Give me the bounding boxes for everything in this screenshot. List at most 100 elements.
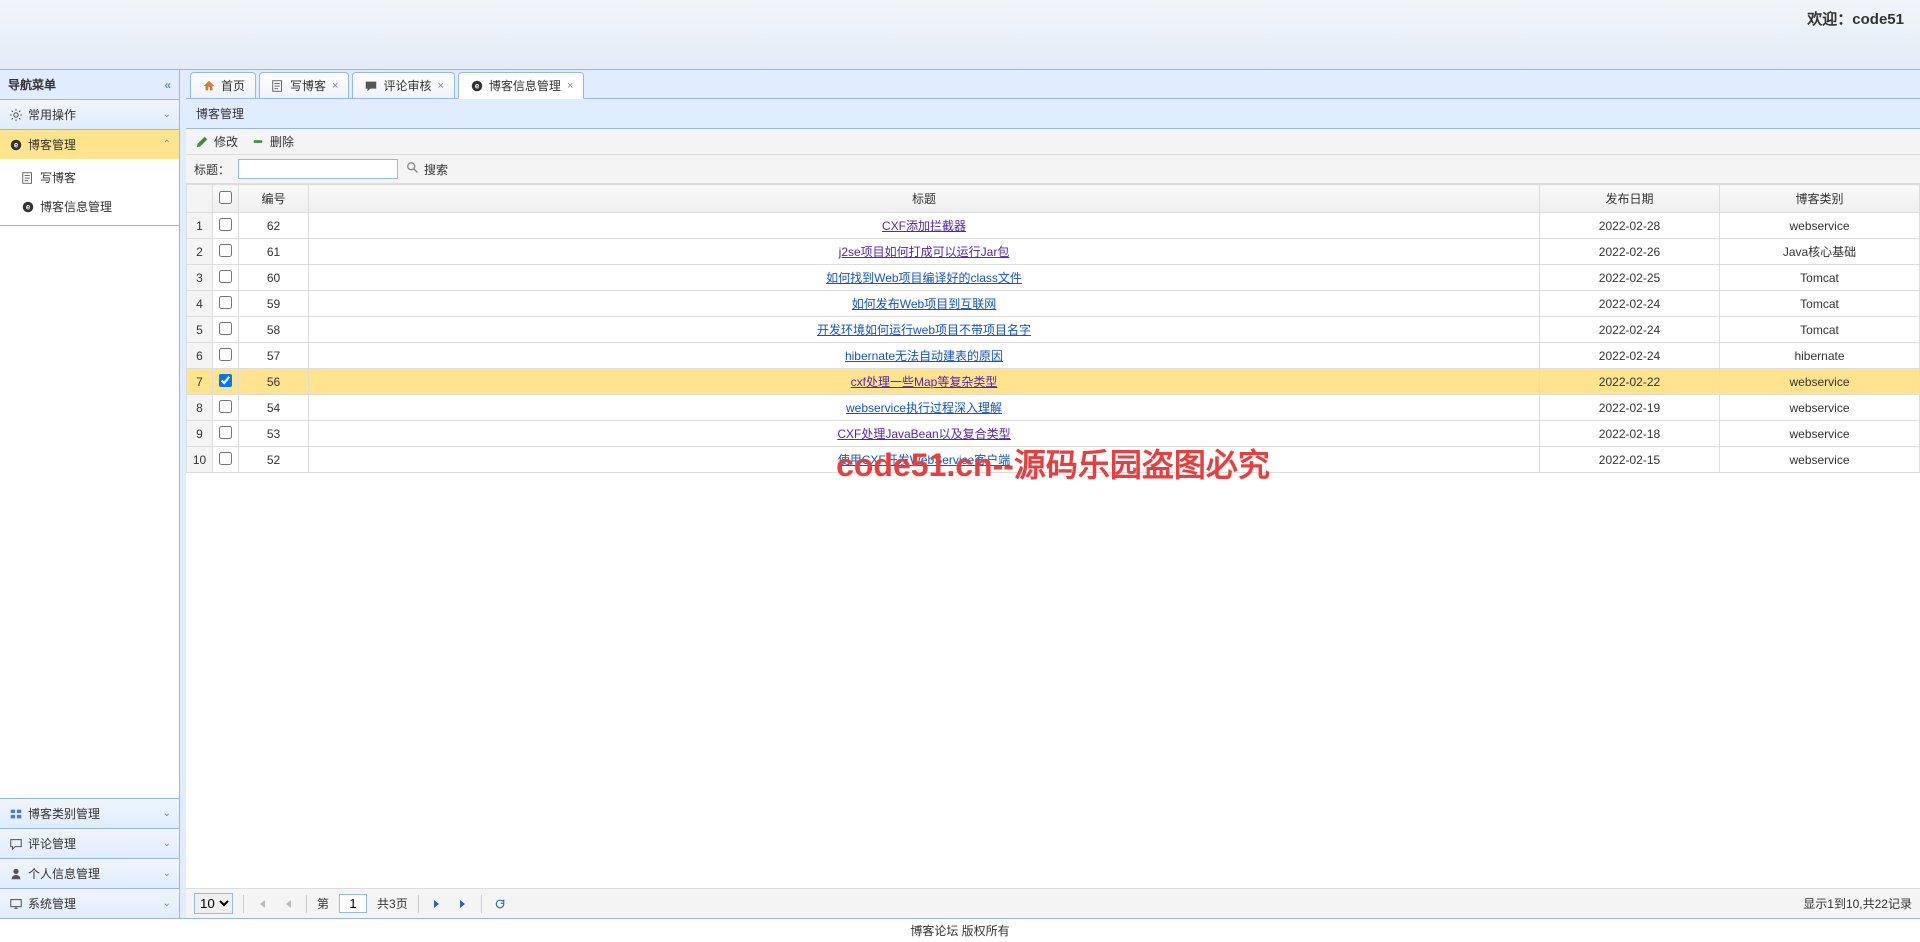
prev-page-button[interactable] <box>280 896 296 912</box>
sidebar-panel-category[interactable]: 博客类别管理 ⌄ <box>0 798 179 828</box>
title-link[interactable]: webservice执行过程深入理解 <box>846 401 1002 415</box>
close-icon[interactable]: × <box>567 80 573 92</box>
date-header[interactable]: 发布日期 <box>1540 185 1720 213</box>
title-link[interactable]: hibernate无法自动建表的原因 <box>845 349 1003 363</box>
first-page-button[interactable] <box>254 896 270 912</box>
row-checkbox[interactable] <box>219 348 232 361</box>
title-cell: j2se项目如何打成可以运行Jar包 <box>309 239 1540 265</box>
close-icon[interactable]: × <box>332 80 338 92</box>
check-all-header <box>213 185 239 213</box>
next-page-button[interactable] <box>429 896 445 912</box>
row-number: 10 <box>187 447 213 473</box>
table-row[interactable]: 459如何发布Web项目到互联网2022-02-24Tomcat <box>187 291 1920 317</box>
title-link[interactable]: 如何发布Web项目到互联网 <box>852 297 996 311</box>
refresh-button[interactable] <box>492 896 508 912</box>
delete-button[interactable]: 删除 <box>250 133 294 150</box>
table-row[interactable]: 360如何找到Web项目编译好的class文件2022-02-25Tomcat <box>187 265 1920 291</box>
sidebar-panel-system[interactable]: 系统管理 ⌄ <box>0 888 179 918</box>
toolbar: 修改 删除 <box>186 129 1920 155</box>
id-cell: 58 <box>239 317 309 343</box>
row-number: 1 <box>187 213 213 239</box>
title-cell: 如何找到Web项目编译好的class文件 <box>309 265 1540 291</box>
home-icon <box>201 78 217 94</box>
row-checkbox[interactable] <box>219 400 232 413</box>
date-cell: 2022-02-18 <box>1540 421 1720 447</box>
check-all[interactable] <box>219 191 232 204</box>
collapse-left-icon[interactable]: « <box>164 78 171 92</box>
data-grid: 编号 标题 发布日期 博客类别 162CXF添加拦截器2022-02-28web… <box>186 184 1920 888</box>
table-row[interactable]: 953CXF处理JavaBean以及复合类型2022-02-18webservi… <box>187 421 1920 447</box>
title-link[interactable]: 使用CXF开发WebService客户端 <box>838 453 1010 467</box>
page-size-select[interactable]: 10 <box>194 893 233 914</box>
sidebar-panel-label: 评论管理 <box>28 835 76 852</box>
title-cell: 开发环境如何运行web项目不带项目名字 <box>309 317 1540 343</box>
tab-review[interactable]: 评论审核 × <box>352 72 454 98</box>
sidebar-panel-label: 系统管理 <box>28 895 76 912</box>
table-row[interactable]: 756cxf处理一些Map等复杂类型2022-02-22webservice <box>187 369 1920 395</box>
search-bar: 标题： 搜索 <box>186 155 1920 184</box>
table-row[interactable]: 854webservice执行过程深入理解2022-02-19webservic… <box>187 395 1920 421</box>
date-cell: 2022-02-25 <box>1540 265 1720 291</box>
sidebar-panel-profile[interactable]: 个人信息管理 ⌄ <box>0 858 179 888</box>
welcome-text: 欢迎：code51 <box>1807 8 1904 29</box>
sidebar-item-write-blog[interactable]: 写博客 <box>0 163 179 192</box>
title-cell: 使用CXF开发WebService客户端 <box>309 447 1540 473</box>
sidebar-panel-label: 博客类别管理 <box>28 805 100 822</box>
title-link[interactable]: j2se项目如何打成可以运行Jar包 <box>839 245 1010 259</box>
close-icon[interactable]: × <box>437 80 443 92</box>
table-row[interactable]: 261j2se项目如何打成可以运行Jar包2022-02-26Java核心基础 <box>187 239 1920 265</box>
sidebar-panel-common[interactable]: 常用操作 ⌄ <box>0 100 179 129</box>
row-num-header <box>187 185 213 213</box>
title-link[interactable]: CXF处理JavaBean以及复合类型 <box>837 427 1010 441</box>
system-icon <box>8 896 24 912</box>
row-checkbox[interactable] <box>219 374 232 387</box>
date-cell: 2022-02-24 <box>1540 317 1720 343</box>
table-row[interactable]: 558开发环境如何运行web项目不带项目名字2022-02-24Tomcat <box>187 317 1920 343</box>
title-link[interactable]: cxf处理一些Map等复杂类型 <box>851 375 998 389</box>
category-header[interactable]: 博客类别 <box>1720 185 1920 213</box>
tab-home[interactable]: 首页 <box>190 72 256 98</box>
edit-button[interactable]: 修改 <box>194 133 238 150</box>
search-input[interactable] <box>238 159 398 179</box>
row-number: 8 <box>187 395 213 421</box>
sidebar-panel-comment[interactable]: 评论管理 ⌄ <box>0 828 179 858</box>
sidebar: 导航菜单 « 常用操作 ⌄ e 博客管理 ⌃ <box>0 70 180 918</box>
page-input[interactable] <box>339 894 367 913</box>
row-checkbox[interactable] <box>219 322 232 335</box>
title-header[interactable]: 标题 <box>309 185 1540 213</box>
sidebar-item-blog-info[interactable]: e 博客信息管理 <box>0 192 179 221</box>
date-cell: 2022-02-26 <box>1540 239 1720 265</box>
table-row[interactable]: 162CXF添加拦截器2022-02-28webservice <box>187 213 1920 239</box>
title-link[interactable]: 如何找到Web项目编译好的class文件 <box>826 271 1022 285</box>
search-icon <box>406 161 420 178</box>
id-cell: 52 <box>239 447 309 473</box>
date-cell: 2022-02-19 <box>1540 395 1720 421</box>
pager-info: 显示1到10,共22记录 <box>1803 895 1912 912</box>
row-number: 9 <box>187 421 213 447</box>
delete-icon <box>250 134 266 150</box>
tab-blog-info[interactable]: e 博客信息管理 × <box>458 72 584 99</box>
row-checkbox[interactable] <box>219 426 232 439</box>
row-checkbox[interactable] <box>219 270 232 283</box>
title-cell: CXF添加拦截器 <box>309 213 1540 239</box>
row-checkbox[interactable] <box>219 218 232 231</box>
svg-text:e: e <box>14 140 19 149</box>
table-row[interactable]: 657hibernate无法自动建表的原因2022-02-24hibernate <box>187 343 1920 369</box>
row-checkbox[interactable] <box>219 296 232 309</box>
sidebar-panel-blog[interactable]: e 博客管理 ⌃ <box>0 130 179 159</box>
chevron-down-icon: ⌄ <box>163 109 171 120</box>
row-number: 5 <box>187 317 213 343</box>
title-link[interactable]: CXF添加拦截器 <box>882 219 966 233</box>
title-link[interactable]: 开发环境如何运行web项目不带项目名字 <box>817 323 1031 337</box>
gear-icon <box>8 107 24 123</box>
table-row[interactable]: 1052使用CXF开发WebService客户端2022-02-15webser… <box>187 447 1920 473</box>
id-header[interactable]: 编号 <box>239 185 309 213</box>
search-button[interactable]: 搜索 <box>406 161 448 178</box>
pencil-icon <box>194 134 210 150</box>
tab-write-blog[interactable]: 写博客 × <box>259 72 349 98</box>
nav-item-label: 写博客 <box>40 169 76 186</box>
row-checkbox[interactable] <box>219 452 232 465</box>
title-cell: webservice执行过程深入理解 <box>309 395 1540 421</box>
row-checkbox[interactable] <box>219 244 232 257</box>
last-page-button[interactable] <box>455 896 471 912</box>
